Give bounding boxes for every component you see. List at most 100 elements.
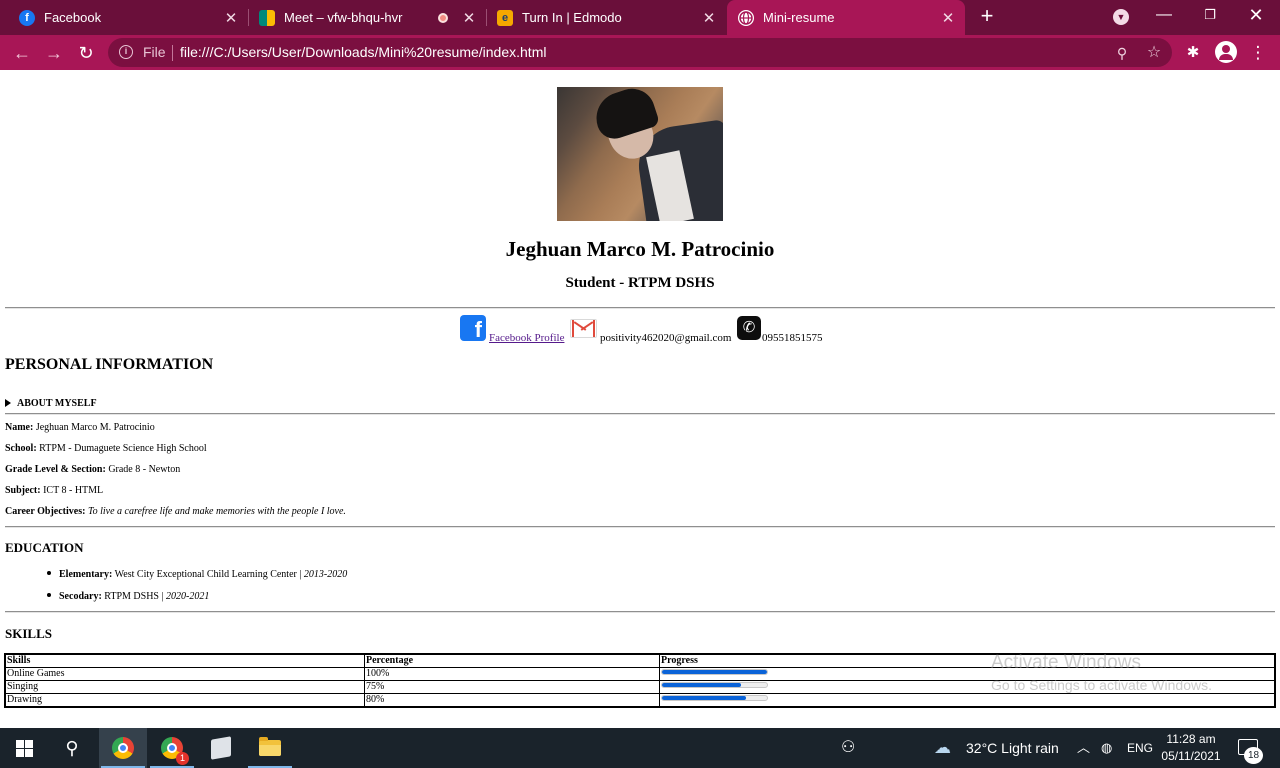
education-item: Elementary: West City Exceptional Child … bbox=[47, 569, 347, 580]
close-icon[interactable]: ✕ bbox=[937, 9, 959, 27]
close-window-button[interactable]: ✕ bbox=[1233, 0, 1279, 30]
info-subject: Subject: ICT 8 - HTML bbox=[5, 485, 104, 496]
skill-progress-cell bbox=[659, 693, 1275, 707]
clock-date: 05/11/2021 bbox=[1161, 749, 1221, 763]
table-row: Drawing 80% bbox=[5, 693, 1275, 707]
divider bbox=[5, 307, 1275, 309]
skill-percent: 75% bbox=[364, 680, 660, 694]
tab-edmodo[interactable]: e Turn In | Edmodo ✕ bbox=[478, 0, 726, 35]
email-address: positivity462020@gmail.com bbox=[600, 332, 732, 344]
facebook-icon[interactable]: f bbox=[460, 315, 486, 341]
roblox-icon bbox=[211, 736, 231, 760]
activate-windows-subtitle: Go to Settings to activate Windows. bbox=[991, 677, 1212, 693]
back-button[interactable]: ← bbox=[10, 41, 34, 65]
tab-title: Turn In | Edmodo bbox=[522, 10, 622, 25]
taskbar: ⚲ 1 ⚇ ☁ 32°C Light rain ︿ ◍ ENG 11:28 am… bbox=[0, 728, 1280, 768]
summary-label: ABOUT MYSELF bbox=[17, 398, 97, 409]
bookmark-star-icon[interactable]: ☆ bbox=[1144, 43, 1164, 63]
windows-icon bbox=[15, 739, 33, 757]
divider bbox=[5, 611, 1275, 613]
tab-title: Meet – vfw-bhqu-hvr bbox=[284, 10, 403, 25]
phone-number: 09551851575 bbox=[762, 332, 823, 344]
search-icon: ⚲ bbox=[65, 737, 79, 758]
column-header: Skills bbox=[5, 654, 365, 668]
start-button[interactable] bbox=[0, 728, 48, 768]
browser-toolbar: ← → ↻ i File file:///C:/Users/User/Downl… bbox=[0, 35, 1280, 70]
address-bar[interactable]: i File file:///C:/Users/User/Downloads/M… bbox=[108, 38, 1172, 67]
progress-bar bbox=[661, 695, 768, 701]
tab-meet[interactable]: Meet – vfw-bhqu-hvr ✕ bbox=[240, 0, 486, 35]
tab-strip: f Facebook ✕ Meet – vfw-bhqu-hvr ✕ e Tur… bbox=[0, 0, 1280, 35]
folder-icon bbox=[259, 737, 281, 756]
people-icon[interactable]: ⚇ bbox=[841, 728, 855, 768]
skill-name: Singing bbox=[5, 680, 365, 694]
system-clock[interactable]: 11:28 am 05/11/2021 bbox=[1157, 731, 1225, 765]
menu-kebab-icon[interactable]: ⋮ bbox=[1246, 41, 1270, 65]
phone-icon: ✆ bbox=[737, 316, 761, 340]
info-icon[interactable]: i bbox=[119, 45, 133, 59]
skills-heading: SKILLS bbox=[5, 626, 52, 641]
tab-title: Mini-resume bbox=[763, 10, 835, 25]
google-meet-icon bbox=[259, 9, 275, 26]
about-myself-toggle[interactable]: ABOUT MYSELF bbox=[5, 398, 97, 409]
progress-bar bbox=[661, 682, 768, 688]
info-grade-section: Grade Level & Section: Grade 8 - Newton bbox=[5, 464, 181, 475]
info-school: School: RTPM - Dumaguete Science High Sc… bbox=[5, 443, 207, 454]
disclosure-triangle-icon bbox=[5, 399, 11, 407]
close-icon[interactable]: ✕ bbox=[220, 9, 242, 27]
restore-button[interactable]: ❐ bbox=[1187, 0, 1233, 30]
skill-percent: 80% bbox=[364, 693, 660, 707]
education-item: Secodary: RTPM DSHS | 2020-2021 bbox=[47, 591, 209, 602]
tab-mini-resume[interactable]: Mini-resume ✕ bbox=[727, 0, 965, 35]
taskbar-roblox[interactable] bbox=[197, 728, 245, 768]
zoom-icon[interactable]: ⚲ bbox=[1112, 43, 1132, 63]
taskbar-file-explorer[interactable] bbox=[246, 728, 294, 768]
notification-count: 18 bbox=[1244, 747, 1263, 764]
clock-time: 11:28 am bbox=[1166, 732, 1216, 746]
column-header: Percentage bbox=[364, 654, 660, 668]
gmail-icon bbox=[570, 319, 597, 338]
close-icon[interactable]: ✕ bbox=[458, 9, 480, 27]
tab-title: Facebook bbox=[44, 10, 102, 25]
language-indicator[interactable]: ENG bbox=[1127, 728, 1153, 768]
weather-cloud-icon: ☁ bbox=[934, 738, 951, 757]
network-icon[interactable]: ◍ bbox=[1101, 728, 1112, 768]
resume-role: Student - RTPM DSHS bbox=[565, 275, 715, 291]
divider bbox=[172, 45, 173, 61]
personal-info-heading: PERSONAL INFORMATION bbox=[5, 356, 214, 373]
activate-windows-title: Activate Windows bbox=[991, 652, 1141, 673]
minimize-button[interactable]: — bbox=[1141, 0, 1187, 30]
resume-name: Jeghuan Marco M. Patrocinio bbox=[505, 237, 775, 261]
recording-icon bbox=[438, 12, 448, 23]
search-button[interactable]: ⚲ bbox=[48, 728, 96, 768]
facebook-icon: f bbox=[19, 9, 35, 26]
notification-badge: 1 bbox=[176, 752, 189, 765]
forward-button[interactable]: → bbox=[42, 41, 66, 65]
column-header: Progress bbox=[659, 654, 1275, 668]
divider bbox=[5, 526, 1275, 528]
chrome-icon bbox=[112, 737, 134, 759]
new-tab-button[interactable]: + bbox=[976, 4, 998, 30]
tab-facebook[interactable]: f Facebook ✕ bbox=[0, 0, 248, 35]
reload-button[interactable]: ↻ bbox=[74, 41, 98, 65]
skill-name: Drawing bbox=[5, 693, 365, 707]
profile-avatar[interactable] bbox=[1215, 41, 1237, 63]
info-name: Name: Jeghuan Marco M. Patrocinio bbox=[5, 422, 155, 433]
taskbar-chrome[interactable] bbox=[99, 728, 147, 768]
avatar-head bbox=[1222, 45, 1230, 53]
scheme-label: File bbox=[143, 44, 166, 60]
avatar-body bbox=[1219, 54, 1233, 60]
taskbar-chrome-profile[interactable]: 1 bbox=[148, 728, 196, 768]
resume-page: Jeghuan Marco M. Patrocinio Student - RT… bbox=[0, 70, 1280, 728]
close-icon[interactable]: ✕ bbox=[698, 9, 720, 27]
edmodo-icon: e bbox=[497, 9, 513, 26]
tab-search-icon[interactable]: ▼ bbox=[1113, 9, 1129, 25]
facebook-profile-link[interactable]: Facebook Profile bbox=[489, 332, 564, 344]
url-text[interactable]: file:///C:/Users/User/Downloads/Mini%20r… bbox=[180, 44, 546, 60]
education-heading: EDUCATION bbox=[5, 540, 84, 555]
chevron-up-icon[interactable]: ︿ bbox=[1077, 728, 1090, 768]
weather-text[interactable]: 32°C Light rain bbox=[966, 728, 1059, 768]
progress-bar bbox=[661, 669, 768, 675]
profile-photo bbox=[557, 87, 723, 221]
extensions-icon[interactable]: ✱ bbox=[1181, 41, 1205, 65]
